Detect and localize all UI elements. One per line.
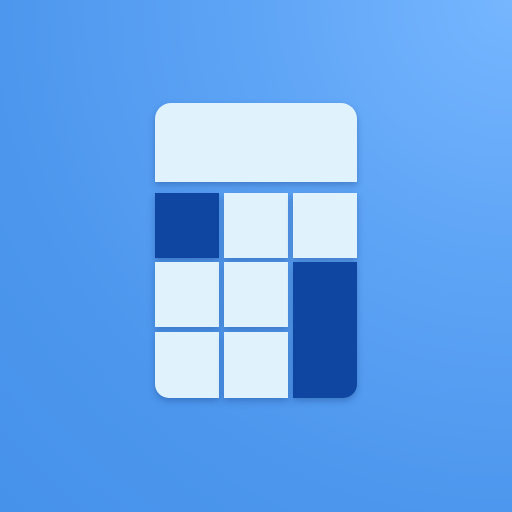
calculator-equals-key [293,262,357,398]
calculator-icon [0,0,512,512]
calculator-key [155,332,219,398]
app-icon-canvas [0,0,512,512]
calculator-key [224,193,288,258]
calculator-key-top-left [155,193,219,258]
calculator-display [155,103,357,182]
calculator-key [224,332,288,398]
calculator-key [224,262,288,327]
calculator-key [155,262,219,327]
calculator-key [293,193,357,258]
